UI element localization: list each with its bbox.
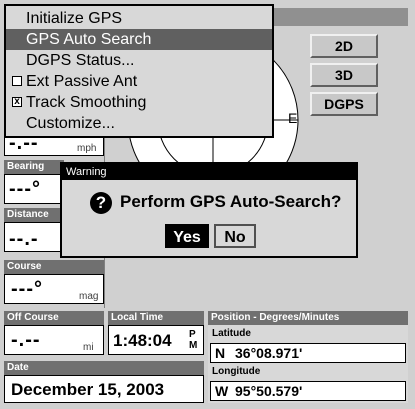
dgps-button[interactable]: DGPS	[310, 92, 378, 116]
speed-unit: mph	[77, 143, 97, 154]
menu-item-label: Initialize GPS	[26, 10, 123, 27]
local-time-ampm-top: P	[189, 329, 196, 340]
date-field: December 15, 2003	[4, 375, 204, 403]
menu-item-track-smoothing[interactable]: x Track Smoothing	[6, 92, 272, 113]
dialog-message: Perform GPS Auto-Search?	[120, 192, 342, 211]
off-course-value: -.--	[11, 329, 41, 351]
date-label: Date	[4, 361, 204, 375]
distance-value: --.-	[9, 228, 39, 250]
distance-label: Distance	[4, 208, 64, 222]
latitude-field: N 36°08.971'	[210, 343, 406, 363]
off-course-field: -.-- mi	[4, 325, 104, 355]
longitude-value: 95°50.579'	[235, 383, 303, 399]
bearing-field: ---°	[4, 174, 64, 204]
no-button[interactable]: No	[214, 224, 256, 248]
menu-item-initialize-gps[interactable]: Initialize GPS	[6, 8, 272, 29]
longitude-hemisphere: W	[215, 383, 229, 399]
dialog-title: Warning	[62, 164, 356, 180]
local-time-label: Local Time	[108, 311, 204, 325]
course-unit: mag	[79, 291, 99, 302]
menu-item-label: Track Smoothing	[26, 94, 147, 111]
mode-3d-button[interactable]: 3D	[310, 63, 378, 87]
menu-item-label: GPS Auto Search	[26, 31, 152, 48]
gps-status-screen: E 2D 3D DGPS -.-- mph Bearing ---° Dista…	[0, 0, 415, 409]
east-label: E	[288, 110, 298, 126]
date-value: December 15, 2003	[11, 380, 165, 399]
latitude-value: 36°08.971'	[235, 345, 303, 361]
yes-button[interactable]: Yes	[165, 224, 209, 248]
menu-item-label: Customize...	[26, 115, 115, 132]
position-header: Position - Degrees/Minutes	[208, 311, 408, 325]
course-label: Course	[4, 260, 104, 274]
menu-item-gps-auto-search[interactable]: GPS Auto Search	[6, 29, 272, 50]
course-field: ---° mag	[4, 274, 104, 304]
latitude-label: Latitude	[212, 328, 251, 339]
warning-dialog: Warning ? Perform GPS Auto-Search? Yes N…	[60, 162, 358, 258]
course-value: ---°	[11, 278, 43, 300]
checkbox-unchecked-icon[interactable]	[12, 76, 22, 86]
local-time-ampm-bottom: M	[189, 340, 198, 351]
screen-title-bar	[270, 8, 408, 26]
distance-field: --.-	[4, 222, 64, 252]
menu-item-dgps-status[interactable]: DGPS Status...	[6, 50, 272, 71]
mode-2d-button[interactable]: 2D	[310, 34, 378, 58]
longitude-field: W 95°50.579'	[210, 381, 406, 401]
menu-item-ext-passive-ant[interactable]: Ext Passive Ant	[6, 71, 272, 92]
latitude-hemisphere: N	[215, 345, 226, 361]
off-course-label: Off Course	[4, 311, 104, 325]
local-time-field: 1:48:04 P M	[108, 325, 204, 355]
local-time-value: 1:48:04	[113, 331, 172, 350]
menu-item-label: Ext Passive Ant	[26, 73, 138, 90]
off-course-unit: mi	[83, 342, 94, 353]
question-icon: ?	[90, 192, 112, 214]
checkbox-checked-icon[interactable]: x	[12, 97, 22, 107]
position-panel: Latitude N 36°08.971' Longitude W 95°50.…	[208, 325, 408, 403]
menu-item-customize[interactable]: Customize...	[6, 113, 272, 134]
bearing-value: ---°	[9, 178, 41, 200]
gps-dropdown-menu: Initialize GPS GPS Auto Search DGPS Stat…	[4, 4, 274, 138]
bearing-label: Bearing	[4, 160, 64, 174]
menu-item-label: DGPS Status...	[26, 52, 135, 69]
longitude-label: Longitude	[212, 366, 261, 377]
